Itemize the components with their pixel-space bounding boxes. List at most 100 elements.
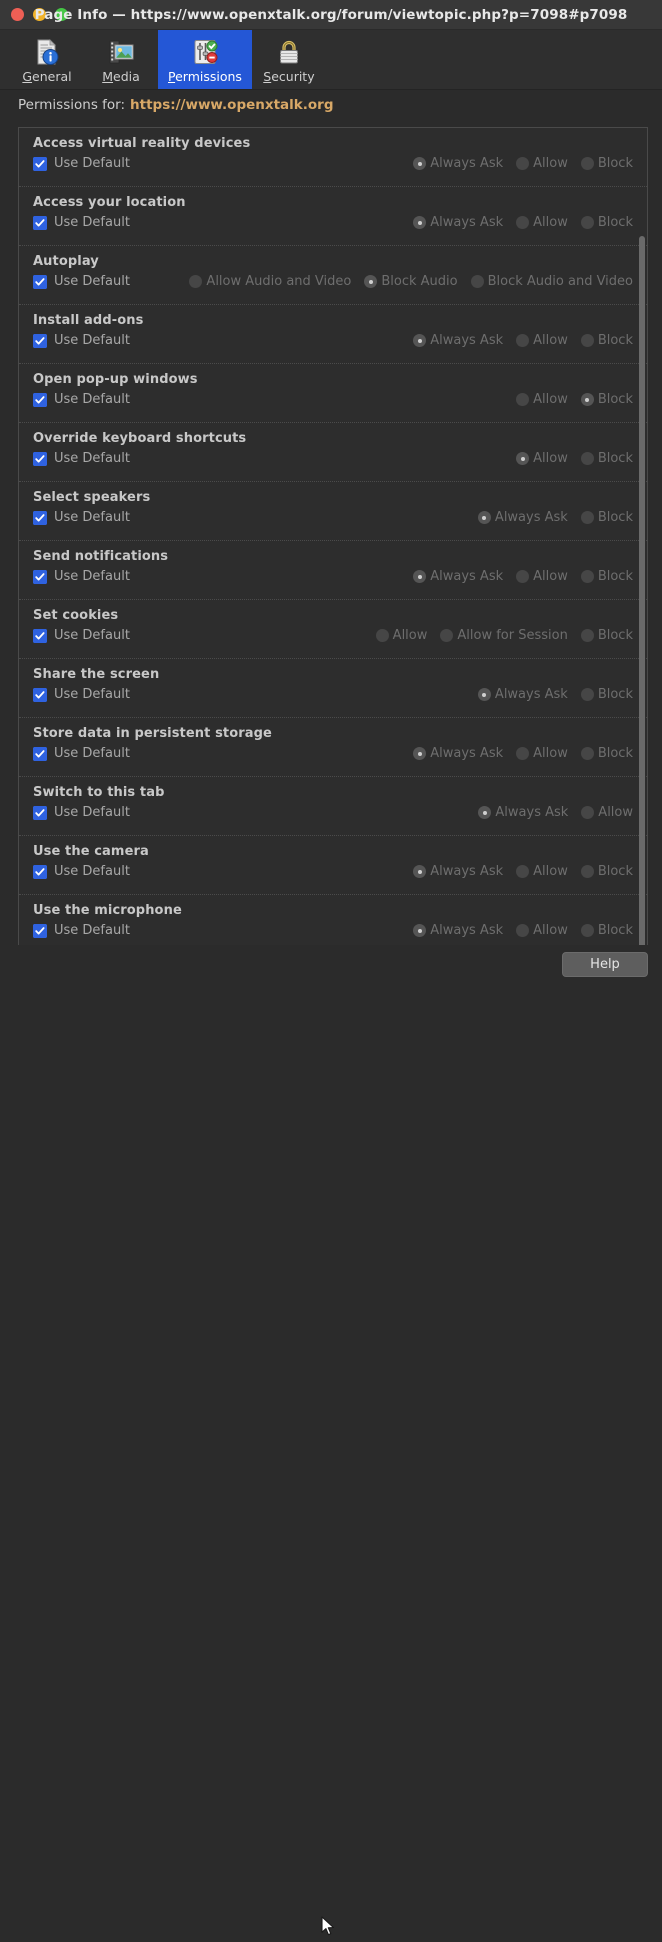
permission-option[interactable]: Allow xyxy=(516,392,568,407)
permission-options: Always Ask Allow Block xyxy=(413,746,633,761)
permission-option[interactable]: Always Ask xyxy=(478,510,568,525)
permission-option[interactable]: Allow xyxy=(516,864,568,879)
tab-general-label: General xyxy=(22,69,71,84)
permission-option[interactable]: Always Ask xyxy=(478,805,568,820)
permission-option[interactable]: Block xyxy=(581,687,633,702)
use-default-label: Use Default xyxy=(54,628,130,643)
permission-option[interactable]: Block xyxy=(581,451,633,466)
permissions-scrollbar[interactable] xyxy=(636,128,647,956)
permission-option[interactable]: Always Ask xyxy=(413,569,503,584)
permission-option[interactable]: Block xyxy=(581,392,633,407)
permission-option[interactable]: Block xyxy=(581,510,633,525)
permission-options: Allow Block xyxy=(516,451,633,466)
permission-option-label: Always Ask xyxy=(430,156,503,171)
permission-option[interactable]: Block xyxy=(581,628,633,643)
permission-option-label: Always Ask xyxy=(495,687,568,702)
use-default-checkbox[interactable]: Use Default xyxy=(33,687,130,702)
permission-controls: Use Default Allow Allow for Session Block xyxy=(33,628,633,643)
permission-option[interactable]: Allow xyxy=(516,569,568,584)
permission-option[interactable]: Always Ask xyxy=(413,333,503,348)
permission-name: Switch to this tab xyxy=(33,785,633,800)
permission-option[interactable]: Always Ask xyxy=(413,923,503,938)
permission-option[interactable]: Always Ask xyxy=(413,215,503,230)
use-default-checkbox[interactable]: Use Default xyxy=(33,274,130,289)
maximize-window-button[interactable] xyxy=(55,8,68,21)
permission-option[interactable]: Block xyxy=(581,156,633,171)
tab-security[interactable]: Security xyxy=(252,30,326,89)
radio-button-icon xyxy=(516,747,529,760)
radio-button-icon xyxy=(364,275,377,288)
checkmark-icon xyxy=(33,570,47,584)
checkmark-icon xyxy=(33,747,47,761)
radio-button-icon xyxy=(581,511,594,524)
permission-options: Always Ask Allow Block xyxy=(413,215,633,230)
permission-option-label: Block xyxy=(598,333,633,348)
use-default-checkbox[interactable]: Use Default xyxy=(33,333,130,348)
permission-option[interactable]: Always Ask xyxy=(478,687,568,702)
permission-option[interactable]: Always Ask xyxy=(413,156,503,171)
permission-option[interactable]: Block xyxy=(581,569,633,584)
permission-option-label: Allow xyxy=(533,569,568,584)
permission-option[interactable]: Always Ask xyxy=(413,864,503,879)
tab-permissions-label: Permissions xyxy=(168,69,242,84)
permission-controls: Use Default Always Ask Allow Block xyxy=(33,746,633,761)
use-default-checkbox[interactable]: Use Default xyxy=(33,864,130,879)
permission-option-label: Block xyxy=(598,923,633,938)
use-default-checkbox[interactable]: Use Default xyxy=(33,569,130,584)
permission-row: Use the cameraUse DefaultAlways AskAllow… xyxy=(19,836,647,895)
permission-controls: Use Default Always Ask Allow Block xyxy=(33,333,633,348)
padlock-icon xyxy=(274,37,304,67)
radio-button-icon xyxy=(189,275,202,288)
permission-option[interactable]: Allow xyxy=(516,451,568,466)
permission-option[interactable]: Block xyxy=(581,864,633,879)
permission-option-label: Block xyxy=(598,746,633,761)
use-default-checkbox[interactable]: Use Default xyxy=(33,628,130,643)
radio-button-icon xyxy=(478,688,491,701)
radio-button-icon xyxy=(516,924,529,937)
permission-name: Share the screen xyxy=(33,667,633,682)
radio-button-icon xyxy=(581,570,594,583)
tab-permissions[interactable]: Permissions xyxy=(158,30,252,89)
permission-option[interactable]: Block Audio and Video xyxy=(471,274,633,289)
permission-name: Autoplay xyxy=(33,254,633,269)
permission-option-label: Allow xyxy=(598,805,633,820)
permission-option-label: Always Ask xyxy=(430,746,503,761)
permission-option[interactable]: Allow xyxy=(581,805,633,820)
use-default-checkbox[interactable]: Use Default xyxy=(33,215,130,230)
permission-option[interactable]: Block xyxy=(581,746,633,761)
permission-option[interactable]: Allow xyxy=(516,746,568,761)
permission-option[interactable]: Block xyxy=(581,923,633,938)
use-default-checkbox[interactable]: Use Default xyxy=(33,451,130,466)
permission-option[interactable]: Allow xyxy=(516,215,568,230)
permission-name: Open pop-up windows xyxy=(33,372,633,387)
permission-option[interactable]: Block xyxy=(581,215,633,230)
use-default-checkbox[interactable]: Use Default xyxy=(33,392,130,407)
radio-button-icon xyxy=(581,216,594,229)
minimize-window-button[interactable] xyxy=(33,8,46,21)
use-default-checkbox[interactable]: Use Default xyxy=(33,156,130,171)
permission-option[interactable]: Allow xyxy=(516,923,568,938)
permission-option[interactable]: Allow Audio and Video xyxy=(189,274,351,289)
permission-option[interactable]: Block xyxy=(581,333,633,348)
permission-option[interactable]: Always Ask xyxy=(413,746,503,761)
close-window-button[interactable] xyxy=(11,8,24,21)
use-default-checkbox[interactable]: Use Default xyxy=(33,746,130,761)
radio-button-icon xyxy=(516,216,529,229)
permission-option[interactable]: Block Audio xyxy=(364,274,457,289)
tab-general[interactable]: General xyxy=(10,30,84,89)
permission-option[interactable]: Allow xyxy=(516,156,568,171)
permission-option[interactable]: Allow for Session xyxy=(440,628,567,643)
radio-button-icon xyxy=(581,452,594,465)
use-default-checkbox[interactable]: Use Default xyxy=(33,805,130,820)
tab-media[interactable]: Media xyxy=(84,30,158,89)
permission-row: Set cookiesUse DefaultAllowAllow for Ses… xyxy=(19,600,647,659)
use-default-checkbox[interactable]: Use Default xyxy=(33,923,130,938)
tab-security-label: Security xyxy=(263,69,314,84)
permissions-scrollbar-thumb[interactable] xyxy=(639,236,645,956)
radio-button-icon xyxy=(581,393,594,406)
help-button[interactable]: Help xyxy=(562,952,648,977)
permission-option[interactable]: Allow xyxy=(516,333,568,348)
checkmark-icon xyxy=(33,806,47,820)
permission-option[interactable]: Allow xyxy=(376,628,428,643)
use-default-checkbox[interactable]: Use Default xyxy=(33,510,130,525)
